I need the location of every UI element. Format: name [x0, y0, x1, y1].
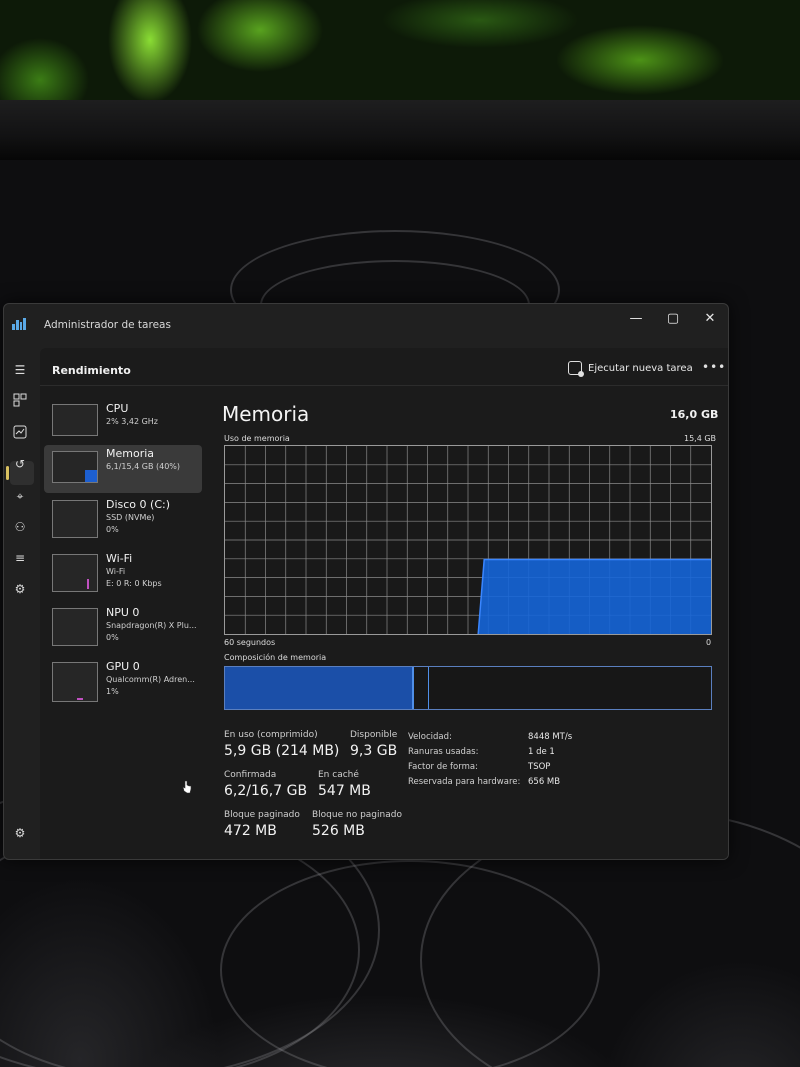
composition-modified: [225, 667, 429, 709]
run-task-icon: [568, 361, 584, 377]
device-usage: 0%: [106, 525, 119, 534]
services-icon[interactable]: ⚙: [12, 581, 28, 597]
settings-icon[interactable]: ⚙: [12, 825, 28, 841]
window-title: Administrador de tareas: [44, 319, 171, 331]
memory-usage-graph: [224, 445, 712, 635]
task-manager-icon: [12, 316, 26, 330]
hamburger-icon[interactable]: ☰: [12, 362, 28, 378]
committed-label: Confirmada: [224, 770, 277, 780]
device-item-disk[interactable]: Disco 0 (C:) SSD (NVMe) 0%: [44, 496, 202, 544]
hardware-reserved-value: 656 MB: [528, 777, 561, 787]
device-item-memory[interactable]: Memoria 6,1/15,4 GB (40%): [44, 445, 202, 493]
minimize-button[interactable]: —: [618, 308, 654, 330]
startup-icon[interactable]: ⌖: [12, 488, 28, 504]
page-title: Rendimiento: [52, 364, 131, 377]
nav-rail: ☰ ↺ ⌖ ⚇ ≡ ⚙ ⚙: [4, 348, 38, 859]
in-use-label: En uso (comprimido): [224, 730, 318, 740]
memory-title: Memoria: [222, 402, 310, 426]
device-detail: Snapdragon(R) X Plu...: [106, 621, 197, 630]
device-name: Disco 0 (C:): [106, 498, 170, 511]
memory-total: 16,0 GB: [670, 408, 719, 421]
device-name: Wi-Fi: [106, 552, 133, 565]
hardware-reserved-label: Reservada para hardware:: [408, 777, 521, 787]
in-use-value: 5,9 GB (214 MB): [224, 743, 340, 759]
mouse-cursor-icon: [182, 780, 192, 794]
available-value: 9,3 GB: [350, 743, 398, 759]
device-name: GPU 0: [106, 660, 140, 673]
app-history-icon[interactable]: ↺: [12, 456, 28, 472]
gpu-thumbnail: [52, 662, 98, 702]
device-item-wifi[interactable]: Wi-Fi Wi-Fi E: 0 R: 0 Kbps: [44, 550, 202, 598]
form-factor-label: Factor de forma:: [408, 762, 478, 772]
run-new-task-label: Ejecutar nueva tarea: [588, 362, 693, 374]
memory-usage-area: [478, 559, 711, 634]
device-item-cpu[interactable]: CPU 2% 3,42 GHz: [44, 400, 202, 448]
close-button[interactable]: ✕: [692, 308, 728, 330]
task-manager-window: Administrador de tareas — ▢ ✕ ☰ ↺ ⌖ ⚇ ≡ …: [3, 303, 729, 860]
more-options-button[interactable]: •••: [702, 360, 726, 374]
device-detail: SSD (NVMe): [106, 513, 155, 522]
run-new-task-button[interactable]: Ejecutar nueva tarea: [568, 358, 693, 378]
npu-thumbnail: [52, 608, 98, 646]
device-detail: Wi-Fi: [106, 567, 126, 576]
available-label: Disponible: [350, 730, 398, 740]
device-detail: Qualcomm(R) Adren...: [106, 675, 195, 684]
slots-label: Ranuras usadas:: [408, 747, 479, 757]
disk-thumbnail: [52, 500, 98, 538]
paged-pool-value: 472 MB: [224, 823, 277, 839]
page-header: Rendimiento Ejecutar nueva tarea •••: [40, 348, 728, 386]
cached-value: 547 MB: [318, 783, 371, 799]
speed-label: Velocidad:: [408, 732, 452, 742]
memory-composition-bar: [224, 666, 712, 710]
slots-value: 1 de 1: [528, 747, 555, 757]
maximize-button[interactable]: ▢: [655, 308, 691, 330]
nav-active-indicator: [6, 466, 9, 480]
titlebar: Administrador de tareas — ▢ ✕: [4, 304, 728, 348]
device-usage: 0%: [106, 633, 119, 642]
speed-value: 8448 MT/s: [528, 732, 573, 742]
device-name: Memoria: [106, 447, 155, 460]
cpu-thumbnail: [52, 404, 98, 436]
memory-usage-label: Uso de memoria: [224, 434, 290, 443]
form-factor-value: TSOP: [528, 762, 551, 772]
device-item-npu[interactable]: NPU 0 Snapdragon(R) X Plu... 0%: [44, 604, 202, 652]
processes-icon[interactable]: [12, 393, 28, 409]
device-item-gpu[interactable]: GPU 0 Qualcomm(R) Adren... 1%: [44, 658, 202, 706]
graph-time-label: 60 segundos: [224, 638, 276, 647]
memory-thumbnail: [52, 451, 98, 483]
details-icon[interactable]: ≡: [12, 550, 28, 566]
nonpaged-pool-value: 526 MB: [312, 823, 365, 839]
wifi-thumbnail: [52, 554, 98, 592]
device-name: NPU 0: [106, 606, 140, 619]
performance-icon[interactable]: [12, 425, 28, 441]
performance-page: Rendimiento Ejecutar nueva tarea ••• CPU…: [40, 348, 728, 859]
memory-usage-chart: [225, 446, 711, 634]
device-name: CPU: [106, 402, 129, 415]
monitor-bezel: [0, 100, 800, 160]
paged-pool-label: Bloque paginado: [224, 810, 300, 820]
memory-composition-label: Composición de memoria: [224, 653, 327, 662]
device-usage: 1%: [106, 687, 119, 696]
committed-value: 6,2/16,7 GB: [224, 783, 308, 799]
cached-label: En caché: [318, 770, 359, 780]
users-icon[interactable]: ⚇: [12, 519, 28, 535]
memory-usage-max: 15,4 GB: [684, 434, 717, 443]
device-detail: 2% 3,42 GHz: [106, 417, 159, 426]
nonpaged-pool-label: Bloque no paginado: [312, 810, 402, 820]
device-usage: E: 0 R: 0 Kbps: [106, 579, 162, 588]
graph-time-end: 0: [706, 638, 712, 647]
device-detail: 6,1/15,4 GB (40%): [106, 462, 181, 471]
